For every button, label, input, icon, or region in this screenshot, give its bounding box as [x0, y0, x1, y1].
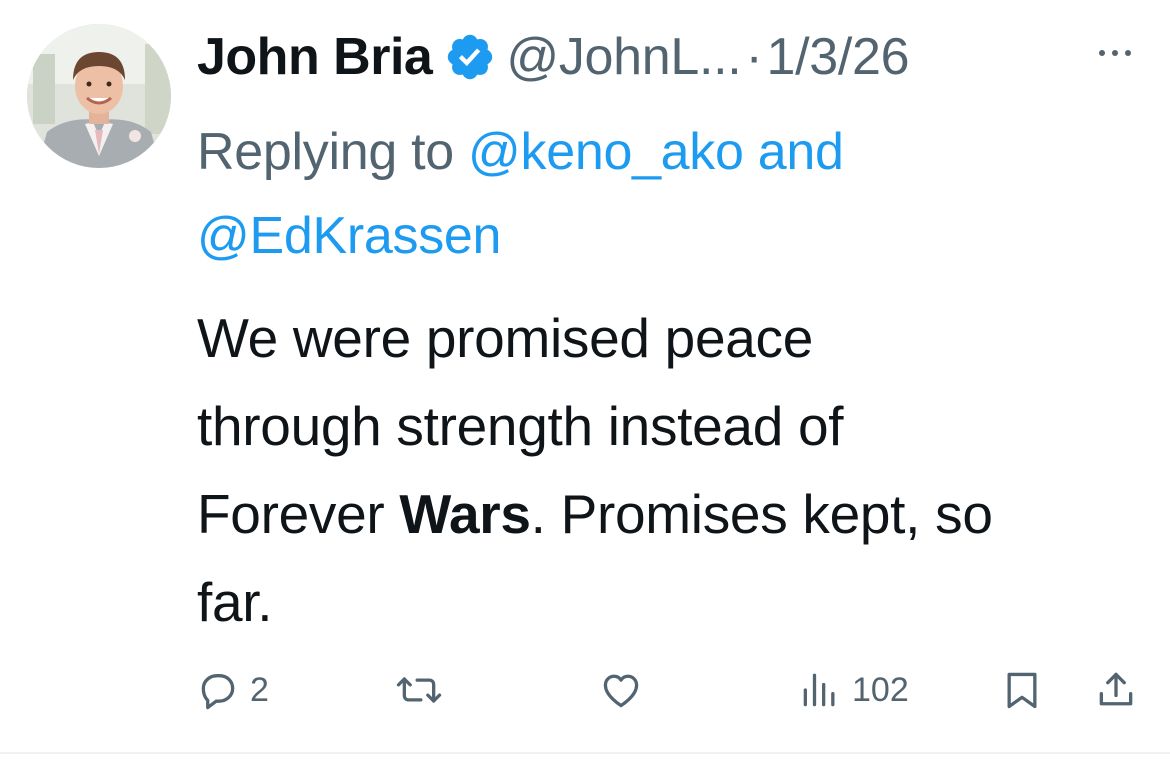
tweet-text-line: far. — [197, 571, 273, 633]
bookmark-button[interactable] — [1000, 660, 1044, 720]
reply-count: 2 — [250, 670, 269, 709]
replying-to-label: Replying to — [197, 123, 454, 181]
reply-conjunction: and — [757, 123, 844, 181]
tweet-date[interactable]: 1/3/26 — [766, 27, 909, 87]
reply-context: Replying to @keno_ako and @EdKrassen — [197, 110, 1017, 278]
reply-icon — [201, 674, 235, 710]
share-icon — [1099, 672, 1133, 706]
like-button[interactable] — [598, 660, 644, 720]
display-name[interactable]: John Bria — [197, 27, 433, 87]
tweet-text-line: through strength instead of — [197, 395, 844, 457]
retweet-button[interactable] — [394, 660, 444, 720]
tweet-text: We were promised peace through strength … — [197, 294, 1147, 646]
heart-icon — [603, 674, 639, 708]
share-button[interactable] — [1094, 660, 1138, 720]
tweet-text-line: . Promises kept, so — [530, 483, 993, 545]
more-horizontal-icon[interactable] — [1088, 38, 1142, 68]
tweet-text-line: Forever — [197, 483, 400, 545]
views-button[interactable]: 102 — [798, 660, 909, 720]
views-chart-icon — [803, 673, 835, 707]
retweet-icon — [396, 677, 442, 703]
avatar-photo — [27, 24, 171, 168]
handle[interactable]: @JohnL... — [506, 27, 741, 87]
verified-badge-icon — [444, 31, 496, 83]
tweet-text-bold: Wars — [399, 483, 531, 545]
tweet-text-line: We were promised peace — [197, 307, 814, 369]
tweet[interactable]: John Bria @JohnL... · 1/3/26 Replying to… — [0, 0, 1170, 759]
mention-link[interactable]: @keno_ako — [468, 123, 744, 181]
reply-button[interactable]: 2 — [196, 660, 269, 720]
separator-dot: · — [745, 28, 763, 86]
bookmark-icon — [1007, 672, 1037, 709]
avatar[interactable] — [27, 24, 171, 168]
action-bar: 2 102 — [0, 660, 1170, 720]
mention-link[interactable]: @EdKrassen — [197, 207, 501, 265]
views-count: 102 — [852, 670, 909, 709]
tweet-header: John Bria @JohnL... · 1/3/26 — [197, 22, 910, 92]
tweet-divider — [0, 752, 1170, 754]
